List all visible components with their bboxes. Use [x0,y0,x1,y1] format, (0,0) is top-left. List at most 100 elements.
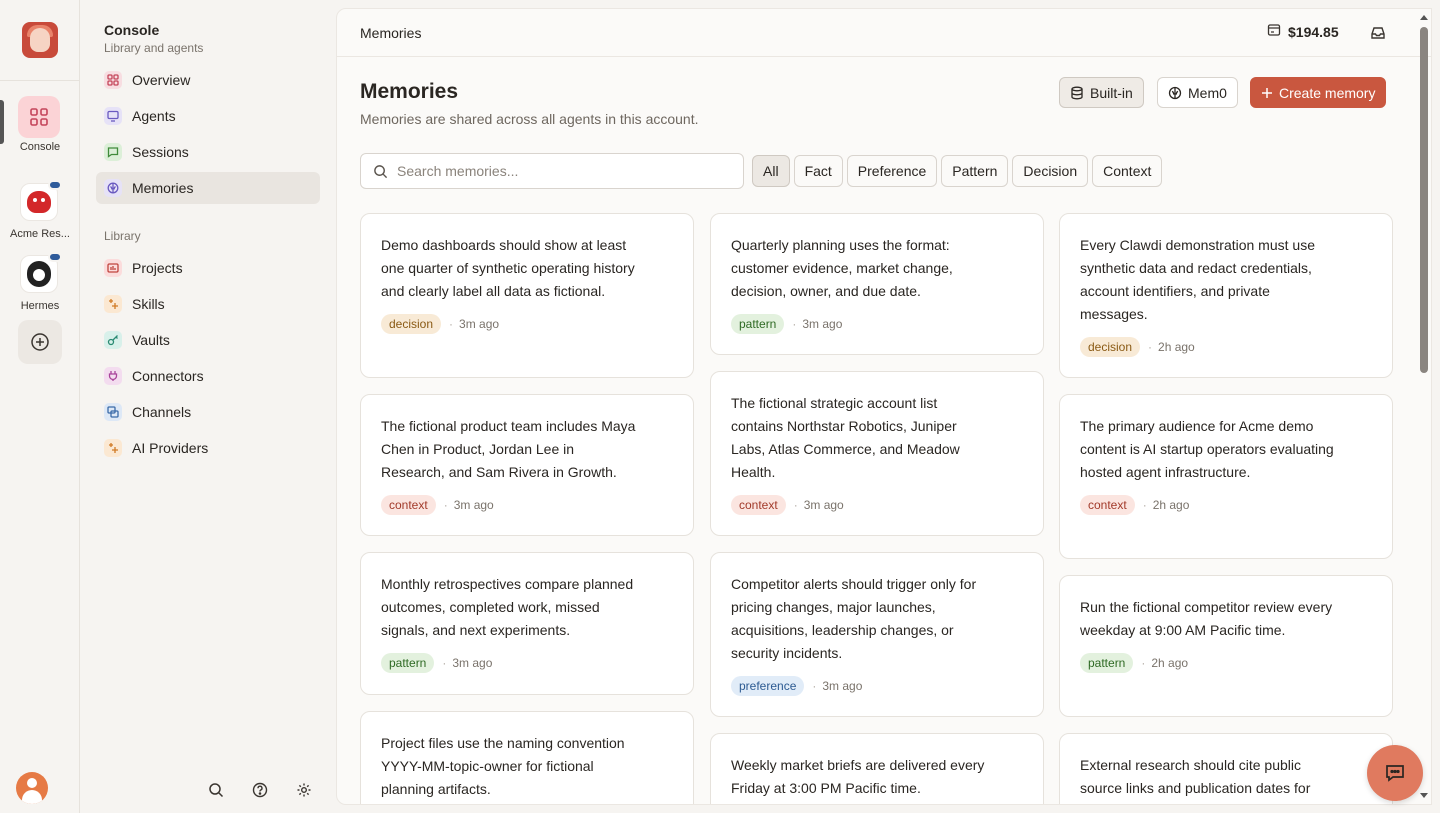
mem0-button[interactable]: Mem0 [1157,77,1238,108]
search-box[interactable] [360,153,744,189]
sidebar-item-skills[interactable]: Skills [96,288,320,320]
memory-card[interactable]: Monthly retrospectives compare planned o… [360,552,694,695]
sidebar: Console Library and agents Overview Agen… [80,0,336,813]
filter-decision[interactable]: Decision [1012,155,1089,187]
sidebar-item-memories[interactable]: Memories [96,172,320,204]
memory-card[interactable]: Competitor alerts should trigger only fo… [710,552,1044,717]
brain-icon [104,179,122,197]
builtin-label: Built-in [1090,84,1133,101]
memory-tag: decision [1080,337,1141,357]
sidebar-item-ai-providers[interactable]: AI Providers [96,432,320,464]
library-section-label: Library [104,229,141,243]
memory-time: 3m ago [452,656,493,670]
agent-acme-label: Acme Res... [10,228,70,240]
sidebar-item-vaults[interactable]: Vaults [96,324,320,356]
memory-text: Run the fictional competitor review ever… [1080,599,1333,638]
memory-card[interactable]: Quarterly planning uses the format: cust… [710,213,1044,355]
create-memory-button[interactable]: Create memory [1250,77,1387,108]
sidebar-item-agents[interactable]: Agents [96,100,320,132]
topbar: Memories $194.85 [337,9,1431,57]
monitor-icon [104,107,122,125]
page-title: Memories [360,80,459,103]
sparkle-icon [104,295,122,313]
memory-text: Project files use the naming convention … [381,735,625,797]
filter-chips: All Fact Preference Pattern Decision Con… [752,155,1163,187]
filter-pattern[interactable]: Pattern [941,155,1009,187]
memory-tag: context [381,495,436,515]
channels-icon [104,403,122,421]
memory-card[interactable]: External research should cite public sou… [1059,733,1393,804]
memory-text: The primary audience for Acme demo conte… [1080,418,1334,480]
add-agent-button[interactable] [18,320,62,364]
memory-text: Monthly retrospectives compare planned o… [381,576,634,638]
inbox-button[interactable] [1368,23,1388,43]
filter-all[interactable]: All [752,155,790,187]
sidebar-item-sessions[interactable]: Sessions [96,136,320,168]
memory-card[interactable]: Demo dashboards should show at least one… [360,213,694,378]
agent-acme-avatar[interactable] [20,180,62,221]
memory-card[interactable]: Run the fictional competitor review ever… [1059,575,1393,717]
memory-time: 3m ago [803,498,844,512]
search-input[interactable] [397,163,727,179]
plug-icon [104,367,122,385]
sidebar-item-label: Vaults [132,332,170,348]
agent-icon [27,191,51,213]
agent-hermes-label: Hermes [20,300,60,312]
console-label: Console [19,141,61,153]
memory-time: 3m ago [822,679,863,693]
memory-time: 3m ago [453,498,494,512]
memory-text: Demo dashboards should show at least one… [381,237,635,299]
filter-context[interactable]: Context [1092,155,1163,187]
search-icon [374,164,388,178]
cloud-icon [48,180,62,190]
memory-card[interactable]: Weekly market briefs are delivered every… [710,733,1044,804]
chat-icon [1386,765,1404,782]
page-description: Memories are shared across all agents in… [360,111,699,127]
memory-card[interactable]: The fictional product team includes Maya… [360,394,694,536]
memory-time: 2h ago [1158,340,1195,354]
brain-icon [1168,86,1182,100]
scrollbar-thumb[interactable] [1420,27,1428,373]
memory-tag: context [1080,495,1135,515]
create-memory-label: Create memory [1279,84,1376,101]
sparkle-icon [104,439,122,457]
sidebar-item-label: Projects [132,260,183,276]
memory-tag: preference [731,676,805,696]
help-button[interactable] [250,780,270,800]
sidebar-item-label: Memories [132,180,194,196]
sidebar-item-channels[interactable]: Channels [96,396,320,428]
settings-button[interactable] [294,780,314,800]
sidebar-item-overview[interactable]: Overview [96,64,320,96]
sidebar-item-projects[interactable]: Projects [96,252,320,284]
cloud-icon [48,252,62,262]
builtin-button[interactable]: Built-in [1059,77,1144,108]
memory-time: 2h ago [1152,498,1190,512]
main-panel: Memories $194.85 Memories Memories are s… [336,8,1432,805]
filter-fact[interactable]: Fact [793,155,843,187]
memory-card[interactable]: The fictional strategic account list con… [710,371,1044,536]
sidebar-item-connectors[interactable]: Connectors [96,360,320,392]
chat-fab-button[interactable] [1367,745,1423,801]
user-avatar[interactable] [16,772,48,804]
console-button[interactable] [18,96,60,138]
folder-icon [104,259,122,277]
scroll-down-arrow[interactable] [1420,793,1428,798]
balance-display[interactable]: $194.85 [1267,23,1339,40]
search-button[interactable] [206,780,226,800]
memory-card[interactable]: The primary audience for Acme demo conte… [1059,394,1393,559]
memory-card[interactable]: Project files use the naming convention … [360,711,694,804]
memory-tag: pattern [381,653,435,673]
memory-tag: decision [381,314,442,334]
search-icon [209,783,224,798]
filter-preference[interactable]: Preference [846,155,938,187]
sidebar-item-label: Overview [132,72,191,88]
scroll-up-arrow[interactable] [1420,15,1428,20]
app-logo[interactable] [22,22,58,58]
memory-text: Weekly market briefs are delivered every… [731,757,985,796]
memory-time: 3m ago [459,317,500,331]
database-icon [1070,86,1084,100]
memory-text: Quarterly planning uses the format: cust… [731,237,953,299]
sidebar-item-label: Connectors [132,368,204,384]
memory-card[interactable]: Every Clawdi demonstration must use synt… [1059,213,1393,378]
agent-hermes-avatar[interactable] [20,252,62,293]
